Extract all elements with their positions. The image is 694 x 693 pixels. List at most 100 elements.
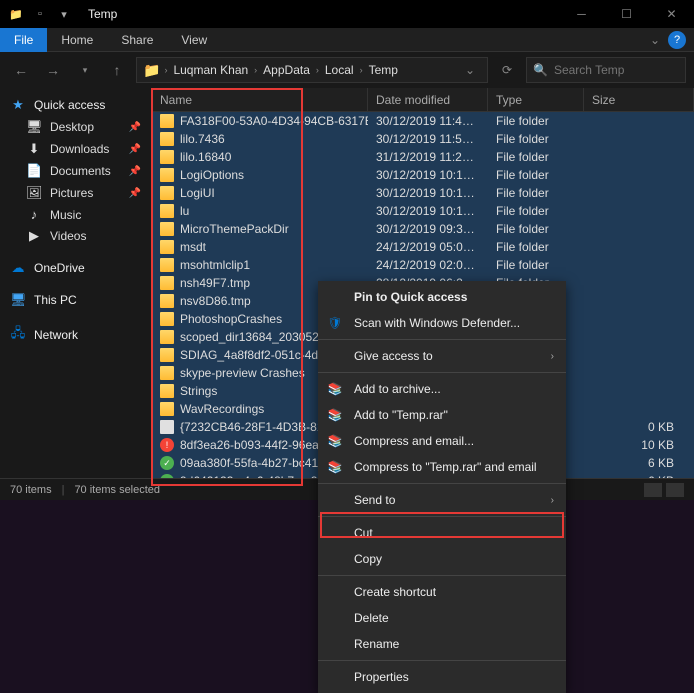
cm-rename[interactable]: Rename	[318, 631, 566, 657]
file-name: LogiOptions	[180, 168, 244, 182]
breadcrumb[interactable]: 📁 › Luqman Khan › AppData › Local › Temp…	[136, 57, 488, 83]
ribbon-expand-icon[interactable]: ⌄	[642, 33, 668, 47]
table-row[interactable]: lu30/12/2019 10:16 AMFile folder	[152, 202, 694, 220]
sidebar-item[interactable]: 🖼Pictures📌	[0, 182, 151, 204]
ribbon-share[interactable]: Share	[107, 28, 167, 52]
help-button[interactable]: ?	[668, 31, 686, 49]
qat-icon[interactable]: ▫	[30, 4, 50, 24]
navbar: ← → ▾ ↑ 📁 › Luqman Khan › AppData › Loca…	[0, 52, 694, 88]
qat-down-icon[interactable]: ▾	[54, 4, 74, 24]
search-input[interactable]	[554, 63, 679, 77]
table-row[interactable]: FA318F00-53A0-4D34-94CB-6317B36686...30/…	[152, 112, 694, 130]
cm-delete[interactable]: Delete	[318, 605, 566, 631]
cm-properties[interactable]: Properties	[318, 664, 566, 690]
cm-shortcut[interactable]: Create shortcut	[318, 579, 566, 605]
minimize-button[interactable]: ─	[559, 0, 604, 28]
up-button[interactable]: ↑	[104, 57, 130, 83]
folder-icon	[160, 330, 174, 344]
file-type: File folder	[488, 132, 584, 146]
context-menu: Pin to Quick access 🛡Scan with Windows D…	[318, 281, 566, 693]
forward-button[interactable]: →	[40, 57, 66, 83]
sidebar-network[interactable]: 🖧 Network	[0, 321, 151, 349]
file-size: 6 KB	[584, 456, 694, 470]
column-name[interactable]: Name	[152, 88, 368, 111]
file-type: File folder	[488, 204, 584, 218]
table-row[interactable]: msohtmlclip1 24/12/2019 02:05 PMFile fold…	[152, 256, 694, 274]
ribbon-file[interactable]: File	[0, 28, 47, 52]
breadcrumb-item[interactable]: Luqman Khan	[171, 63, 250, 77]
cm-pin[interactable]: Pin to Quick access	[318, 284, 566, 310]
file-name: msohtmlclip1	[180, 258, 250, 272]
breadcrumb-item[interactable]: AppData	[261, 63, 312, 77]
view-details-button[interactable]	[644, 483, 662, 497]
ribbon-home[interactable]: Home	[47, 28, 107, 52]
folder-icon	[160, 114, 174, 128]
sidebar-label: Network	[34, 328, 78, 342]
folder-icon	[160, 258, 174, 272]
sidebar-item-label: Desktop	[50, 120, 94, 134]
breadcrumb-item[interactable]: Temp	[367, 63, 400, 77]
cm-compress2[interactable]: 📚Compress to "Temp.rar" and email	[318, 454, 566, 480]
file-size: 10 KB	[584, 438, 694, 452]
view-icons-button[interactable]	[666, 483, 684, 497]
breadcrumb-item[interactable]: Local	[323, 63, 356, 77]
file-name: lilo.7436	[180, 132, 225, 146]
column-size[interactable]: Size	[584, 88, 694, 111]
folder-icon	[160, 168, 174, 182]
sidebar-item[interactable]: 📄Documents📌	[0, 160, 151, 182]
folder-icon	[160, 150, 174, 164]
sidebar-item[interactable]: ▶Videos	[0, 225, 151, 247]
file-type: File folder	[488, 186, 584, 200]
chevron-right-icon: ›	[551, 495, 554, 506]
window-title: Temp	[88, 7, 117, 21]
file-type: File folder	[488, 114, 584, 128]
chevron-down-icon[interactable]: ⌄	[459, 63, 481, 77]
item-icon: ▶	[26, 228, 42, 244]
sidebar-item[interactable]: ⬇Downloads📌	[0, 138, 151, 160]
cm-cut[interactable]: Cut	[318, 520, 566, 546]
table-row[interactable]: LogiUI30/12/2019 10:16 AMFile folder	[152, 184, 694, 202]
cm-give-access[interactable]: Give access to›	[318, 343, 566, 369]
maximize-button[interactable]: ☐	[604, 0, 649, 28]
chevron-right-icon: ›	[360, 65, 363, 75]
file-date: 24/12/2019 02:05 PM	[368, 258, 488, 272]
sidebar-item[interactable]: 🖥Desktop📌	[0, 116, 151, 138]
table-row[interactable]: MicroThemePackDir30/12/2019 09:36 PMFile…	[152, 220, 694, 238]
folder-icon	[160, 240, 174, 254]
sidebar-quick-access[interactable]: ★ Quick access	[0, 94, 151, 116]
column-date[interactable]: Date modified	[368, 88, 488, 111]
folder-icon	[160, 294, 174, 308]
pin-icon: 📌	[129, 188, 141, 199]
table-row[interactable]: LogiOptions30/12/2019 10:17 AMFile folde…	[152, 166, 694, 184]
sidebar-thispc[interactable]: 🖥 This PC	[0, 289, 151, 311]
archive-icon: 📚	[326, 433, 344, 449]
sidebar-item[interactable]: ♪Music	[0, 204, 151, 225]
table-row[interactable]: lilo.743630/12/2019 11:52 AMFile folder	[152, 130, 694, 148]
cm-archive[interactable]: 📚Add to archive...	[318, 376, 566, 402]
ribbon-view[interactable]: View	[167, 28, 221, 52]
chevron-right-icon: ›	[254, 65, 257, 75]
table-row[interactable]: lilo.1684031/12/2019 11:26 AMFile folder	[152, 148, 694, 166]
cm-temprar[interactable]: 📚Add to "Temp.rar"	[318, 402, 566, 428]
cm-sendto[interactable]: Send to›	[318, 487, 566, 513]
cm-compress[interactable]: 📚Compress and email...	[318, 428, 566, 454]
file-type: File folder	[488, 150, 584, 164]
cm-copy[interactable]: Copy	[318, 546, 566, 572]
file-name: nsh49F7.tmp	[180, 276, 250, 290]
status-selected: 70 items selected	[74, 484, 160, 496]
file-type: File folder	[488, 258, 584, 272]
file-name: PhotoshopCrashes	[180, 312, 282, 326]
table-row[interactable]: msdt24/12/2019 05:01 PMFile folder	[152, 238, 694, 256]
search-box[interactable]: 🔍	[526, 57, 686, 83]
cm-defender[interactable]: 🛡Scan with Windows Defender...	[318, 310, 566, 336]
close-button[interactable]: ✕	[649, 0, 694, 28]
sidebar-onedrive[interactable]: ☁ OneDrive	[0, 257, 151, 279]
column-type[interactable]: Type	[488, 88, 584, 111]
file-date: 30/12/2019 10:16 AM	[368, 204, 488, 218]
pc-icon: 🖥	[10, 292, 26, 308]
file-name: skype-preview Crashes	[180, 366, 305, 380]
refresh-button[interactable]: ⟳	[494, 57, 520, 83]
history-dropdown[interactable]: ▾	[72, 57, 98, 83]
folder-icon	[160, 276, 174, 290]
back-button[interactable]: ←	[8, 57, 34, 83]
